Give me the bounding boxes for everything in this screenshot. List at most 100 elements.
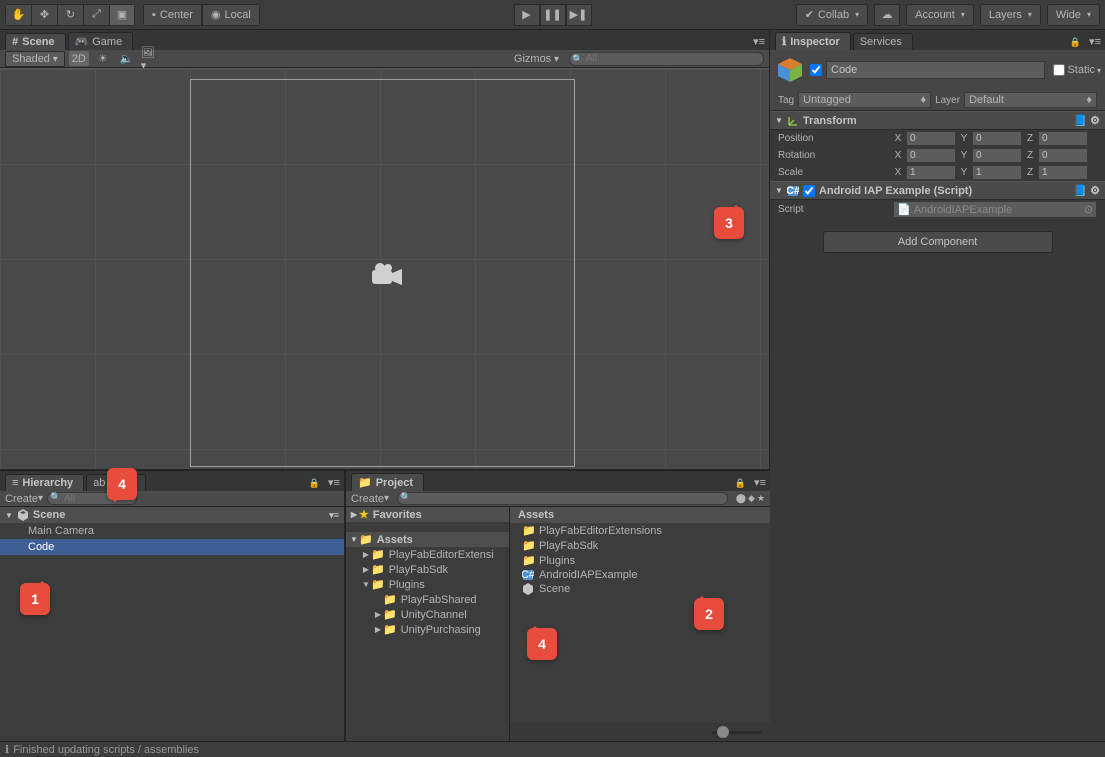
project-tabs-menu[interactable]: ▾≡ [750,474,770,491]
layer-dropdown[interactable]: Default♦ [964,92,1097,108]
inspector-tabs: ℹInspector Services 🔒 ▾≡ [770,30,1105,50]
folder-icon: 📁 [383,608,397,621]
component-help-icon[interactable]: 📘 [1073,114,1087,127]
scene-icon [522,583,534,595]
cloud-button[interactable]: ☁ [874,4,900,26]
fx-toggle[interactable]: 🖼 ▾ [141,51,161,66]
tab-game[interactable]: 🎮Game [68,32,134,50]
position-y-input[interactable] [972,131,1022,146]
tab-services[interactable]: Services [853,33,913,50]
static-checkbox[interactable] [1053,64,1065,76]
step-button[interactable]: ▶❚ [566,4,592,26]
project-asset-item[interactable]: 📁PlayFabEditorExtensions [510,523,770,538]
script-enabled-checkbox[interactable] [803,185,815,197]
hierarchy-scene-header[interactable]: ▼ Scene ▾≡ [0,507,344,523]
gameobject-cube-icon [774,54,806,86]
scale-x-input[interactable] [906,165,956,180]
lighting-toggle[interactable]: ☀ [93,51,113,66]
annotation-badge-3: 3 [714,207,744,239]
hierarchy-item[interactable]: Main Camera [0,523,344,539]
project-filter-label-icon[interactable]: ◆ [748,493,755,504]
project-tree-item[interactable]: ▼📁Plugins [346,577,509,592]
rotation-y-input[interactable] [972,148,1022,163]
status-bar: ℹ Finished updating scripts / assemblies [0,741,1105,757]
scene-search-input[interactable] [569,52,764,66]
transform-component-header[interactable]: ▼ Transform 📘 ⚙ [770,111,1105,130]
project-tree-item[interactable]: ▶📁UnityPurchasing [346,622,509,637]
scene-view-tabs: #Scene 🎮Game ▾≡ [0,30,769,50]
account-dropdown[interactable]: Account▾ [906,4,974,26]
shading-mode-dropdown[interactable]: Shaded ▾ [5,51,65,67]
component-gear-icon[interactable]: ⚙ [1090,184,1100,197]
component-gear-icon[interactable]: ⚙ [1090,114,1100,127]
object-picker-icon[interactable]: ⊙ [1084,203,1093,216]
transform-tools: ✋ ✥ ↻ ⤢ ▣ [5,4,135,26]
rotation-z-input[interactable] [1038,148,1088,163]
play-button[interactable]: ▶ [514,4,540,26]
audio-toggle[interactable]: 🔈 [117,51,137,66]
hierarchy-lock-icon[interactable]: 🔒 [305,476,324,491]
tag-dropdown[interactable]: Untagged♦ [798,92,931,108]
inspector-lock-icon[interactable]: 🔒 [1066,35,1085,50]
project-tree-item[interactable]: 📁PlayFabShared [346,592,509,607]
project-filter-type-icon[interactable]: ⬤ [736,493,746,504]
scale-label: Scale [778,167,893,178]
main-toolbar: ✋ ✥ ↻ ⤢ ▣ ▪Center ◉Local ▶ ❚❚ ▶❚ ✔ Colla… [0,0,1105,30]
gameobject-active-checkbox[interactable] [810,64,822,76]
project-search-input[interactable] [397,492,728,505]
hierarchy-tabs-menu[interactable]: ▾≡ [324,474,344,491]
scene-toolbar: Shaded ▾ 2D ☀ 🔈 🖼 ▾ Gizmos ▾ 🔍 [0,50,769,68]
pivot-center-button[interactable]: ▪Center [143,4,202,26]
tab-project[interactable]: 📁Project [351,473,424,491]
project-asset-item[interactable]: Scene [510,582,770,596]
hierarchy-create-dropdown[interactable]: Create ▾ [5,493,43,505]
layout-dropdown[interactable]: Wide▾ [1047,4,1100,26]
scale-tool-button[interactable]: ⤢ [83,4,109,26]
project-tree-item[interactable]: ▶📁PlayFabSdk [346,562,509,577]
script-icon: C# [522,569,534,581]
component-help-icon[interactable]: 📘 [1073,184,1087,197]
tab-inspector[interactable]: ℹInspector [775,32,851,50]
position-x-input[interactable] [906,131,956,146]
tab-scene[interactable]: #Scene [5,33,66,50]
script-component-header[interactable]: ▼ C# Android IAP Example (Script) 📘 ⚙ [770,181,1105,200]
scene-tabs-menu[interactable]: ▾≡ [749,33,769,50]
project-save-search-icon[interactable]: ★ [757,493,765,504]
project-tree-item[interactable]: ▶📁UnityChannel [346,607,509,622]
gizmos-dropdown[interactable]: Gizmos ▾ [514,53,559,65]
pause-button[interactable]: ❚❚ [540,4,566,26]
folder-icon: 📁 [371,563,385,576]
add-component-button[interactable]: Add Component [823,231,1053,253]
scene-options-icon[interactable]: ▾≡ [329,510,339,521]
rotate-tool-button[interactable]: ↻ [57,4,83,26]
hand-tool-button[interactable]: ✋ [5,4,31,26]
status-info-icon: ℹ [5,743,9,756]
script-object-field[interactable]: 📄 AndroidIAPExample ⊙ [893,201,1097,218]
gameobject-name-input[interactable] [826,61,1045,79]
project-lock-icon[interactable]: 🔒 [731,476,750,491]
mode-2d-toggle[interactable]: 2D [69,51,89,66]
rotation-x-input[interactable] [906,148,956,163]
layers-dropdown[interactable]: Layers▾ [980,4,1041,26]
scene-viewport[interactable] [0,68,769,469]
project-create-dropdown[interactable]: Create ▾ [351,493,389,505]
move-tool-button[interactable]: ✥ [31,4,57,26]
pivot-local-button[interactable]: ◉Local [202,4,260,26]
project-asset-item[interactable]: C#AndroidIAPExample [510,568,770,582]
folder-icon: 📁 [522,554,534,567]
project-asset-item[interactable]: 📁PlayFabSdk [510,538,770,553]
project-tree-item[interactable]: ▶📁PlayFabEditorExtensi [346,547,509,562]
position-z-input[interactable] [1038,131,1088,146]
project-assets-header[interactable]: ▼📁Assets [346,532,509,547]
scale-z-input[interactable] [1038,165,1088,180]
tab-hierarchy[interactable]: ≡Hierarchy [5,474,84,491]
project-asset-item[interactable]: 📁Plugins [510,553,770,568]
project-favorites-header[interactable]: ▶★Favorites [346,507,509,522]
hierarchy-item[interactable]: Code [0,539,344,555]
rect-tool-button[interactable]: ▣ [109,4,135,26]
collab-dropdown[interactable]: ✔ Collab▾ [796,4,868,26]
static-dropdown-icon[interactable]: ▾ [1097,66,1101,75]
inspector-tabs-menu[interactable]: ▾≡ [1085,33,1105,50]
scale-y-input[interactable] [972,165,1022,180]
project-size-slider[interactable] [712,731,762,734]
